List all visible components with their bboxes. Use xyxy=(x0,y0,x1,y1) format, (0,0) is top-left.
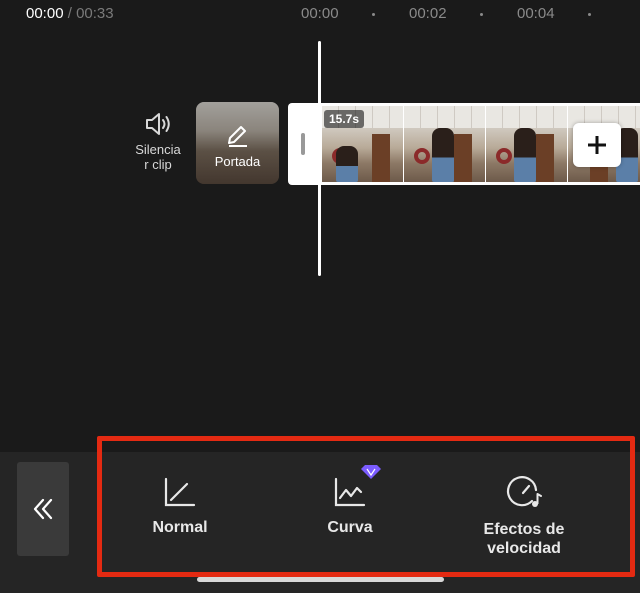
playhead[interactable] xyxy=(318,41,321,276)
clip-frame xyxy=(404,106,485,182)
video-clip-track[interactable]: 15.7s xyxy=(288,103,640,185)
curve-speed-label: Curva xyxy=(327,519,373,536)
timeline-ruler: 00:00 00:02 00:04 xyxy=(0,5,640,23)
cover-button[interactable]: Portada xyxy=(196,102,279,184)
speaker-icon xyxy=(146,113,170,135)
back-button[interactable] xyxy=(17,462,69,556)
mute-clip-button[interactable]: Silencia r clip xyxy=(126,112,190,172)
speed-effects-icon xyxy=(506,476,542,507)
speed-effects-button[interactable]: Efectos de velocidad xyxy=(464,476,584,558)
ruler-dot xyxy=(588,13,591,16)
clip-trim-handle[interactable] xyxy=(301,133,305,155)
ruler-tick: 00:02 xyxy=(409,5,447,22)
add-clip-button[interactable] xyxy=(573,123,621,167)
double-chevron-left-icon xyxy=(33,498,53,520)
speed-effects-label: Efectos de velocidad xyxy=(483,521,565,557)
ruler-tick: 00:00 xyxy=(301,5,339,22)
plus-icon xyxy=(588,136,606,154)
home-indicator xyxy=(197,577,444,582)
ruler-dot xyxy=(372,13,375,16)
pencil-icon xyxy=(228,126,247,147)
clip-duration-badge: 15.7s xyxy=(324,110,365,128)
ruler-tick: 00:04 xyxy=(517,5,555,22)
cover-label: Portada xyxy=(214,154,261,169)
normal-speed-button[interactable]: Normal xyxy=(130,476,230,537)
ruler-dot xyxy=(480,13,483,16)
diamond-icon xyxy=(361,465,381,479)
clip-frame xyxy=(486,106,567,182)
speed-toolbar: Normal Curva Efectos de velocidad xyxy=(0,452,640,593)
curve-speed-button[interactable]: Curva xyxy=(300,465,400,537)
mute-clip-label: Silencia r clip xyxy=(135,142,181,172)
curve-speed-icon xyxy=(334,477,366,507)
normal-speed-icon xyxy=(164,477,196,507)
normal-speed-label: Normal xyxy=(152,519,208,536)
